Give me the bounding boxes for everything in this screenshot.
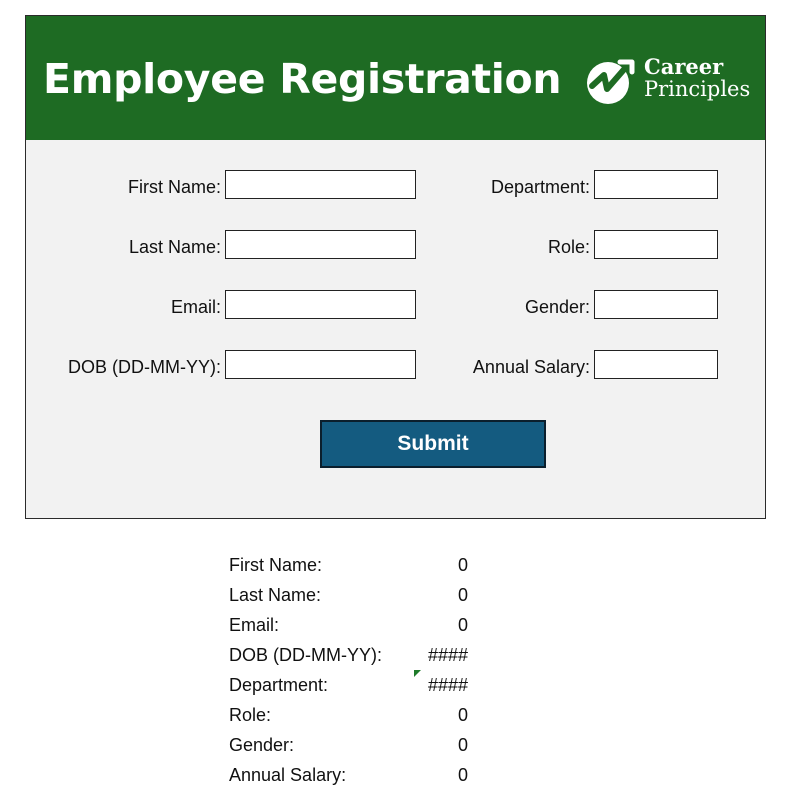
summary-value: #### [427, 645, 468, 665]
logo-text-line2: Principles [644, 77, 751, 101]
first-name-input[interactable] [225, 170, 416, 199]
annual-salary-label: Annual Salary: [472, 357, 590, 377]
gender-label: Gender: [524, 297, 590, 317]
dob-label: DOB (DD-MM-YY): [68, 357, 221, 377]
summary-row: First Name: 0 [229, 552, 479, 582]
email-label: Email: [170, 297, 221, 317]
cell-comment-indicator-icon [414, 670, 421, 677]
logo-text: Career Principles [644, 54, 751, 101]
summary-label: Email: [229, 615, 280, 635]
page-title: Employee Registration [43, 55, 562, 103]
summary-value: 0 [457, 705, 468, 725]
last-name-label: Last Name: [128, 237, 221, 257]
summary-row: Annual Salary: 0 [229, 762, 479, 792]
gender-input[interactable] [594, 290, 718, 319]
summary-row: DOB (DD-MM-YY): #### [229, 642, 479, 672]
last-name-input[interactable] [225, 230, 416, 259]
logo-text-line1: Career [644, 54, 724, 79]
email-input[interactable] [225, 290, 416, 319]
form-header: Employee Registration Career Principles [26, 16, 765, 140]
summary-label: First Name: [229, 555, 323, 575]
summary-value: 0 [457, 585, 468, 605]
career-principles-logo-icon [587, 59, 635, 104]
summary-label: Department: [229, 675, 329, 695]
registration-form: Employee Registration Career Principles … [25, 15, 766, 519]
summary-value: 0 [457, 555, 468, 575]
submit-button[interactable]: Submit [320, 420, 546, 468]
dob-input[interactable] [225, 350, 416, 379]
department-label: Department: [490, 177, 590, 197]
summary-label: Gender: [229, 735, 295, 755]
summary-row: Email: 0 [229, 612, 479, 642]
role-label: Role: [547, 237, 590, 257]
first-name-label: First Name: [127, 177, 221, 197]
summary-label: Role: [229, 705, 272, 725]
summary-label: Annual Salary: [229, 765, 347, 785]
annual-salary-input[interactable] [594, 350, 718, 379]
summary-value: 0 [457, 765, 468, 785]
summary-value: 0 [457, 735, 468, 755]
summary-row: Role: 0 [229, 702, 479, 732]
career-principles-logo: Career Principles [586, 56, 756, 106]
summary-value: #### [427, 675, 468, 695]
department-input[interactable] [594, 170, 718, 199]
summary-value: 0 [457, 615, 468, 635]
role-input[interactable] [594, 230, 718, 259]
summary-row: Last Name: 0 [229, 582, 479, 612]
summary-row: Department: #### [229, 672, 479, 702]
summary-label: Last Name: [229, 585, 322, 605]
summary-label: DOB (DD-MM-YY): [229, 645, 382, 665]
summary-table: First Name: 0 Last Name: 0 Email: 0 DOB … [229, 552, 479, 792]
summary-row: Gender: 0 [229, 732, 479, 762]
